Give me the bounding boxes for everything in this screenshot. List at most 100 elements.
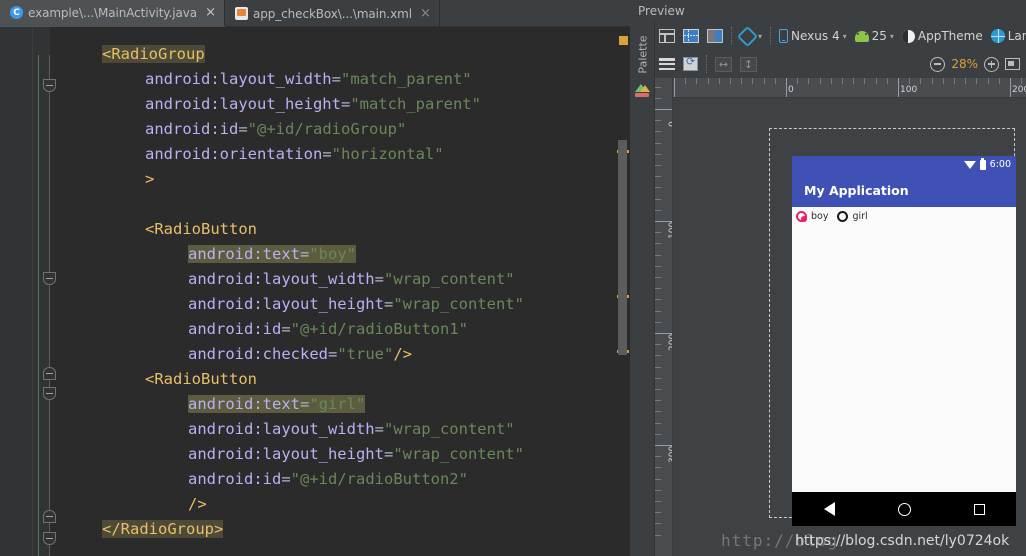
ruler-tick <box>853 78 855 84</box>
design-view-button[interactable] <box>655 24 679 48</box>
zoom-controls: 28% <box>930 56 1026 72</box>
ruler-tick <box>655 310 661 312</box>
design-canvas[interactable]: 6:00 My Application boy girl http://blog… <box>673 98 1026 556</box>
code-token: "wrap_content" <box>383 420 515 438</box>
tab-close-icon[interactable]: × <box>420 7 431 20</box>
locale-selector[interactable]: Langu <box>987 24 1026 48</box>
ruler-tick <box>655 534 661 536</box>
code-token: = <box>374 420 384 438</box>
expand-vertical-button[interactable]: ↕ <box>736 52 761 76</box>
editor-vertical-scrollbar[interactable] <box>618 140 627 355</box>
blueprint-view-button[interactable] <box>679 24 703 48</box>
zoom-in-icon[interactable] <box>984 56 999 72</box>
code-line: android:id="@+id/radioButton1" <box>50 317 630 342</box>
radio-button-girl[interactable] <box>837 211 849 222</box>
code-token: "girl" <box>309 395 366 413</box>
ruler-tick <box>655 467 661 469</box>
ruler-tick <box>819 78 821 84</box>
toolbar-divider <box>770 27 772 45</box>
palette-icon <box>635 84 650 97</box>
ruler-tick <box>942 78 944 84</box>
ruler-tick <box>1021 78 1023 84</box>
code-token: android:checked <box>188 345 328 363</box>
vertical-ruler: 0100200300 <box>655 78 673 556</box>
ruler-tick <box>909 78 911 84</box>
ruler-tick <box>954 78 955 84</box>
chevron-down-icon: ▾ <box>758 31 763 41</box>
code-line: android:text="girl" <box>50 392 630 417</box>
ruler-label: 100 <box>900 85 918 95</box>
editor-marker-strip[interactable] <box>616 27 630 556</box>
watermark-url: https://blog.csdn.net/ly0724ok <box>795 533 1010 549</box>
code-line: android:layout_height="match_parent" <box>50 92 630 117</box>
ruler-tick <box>655 86 661 88</box>
recents-nav-icon[interactable] <box>973 503 985 515</box>
ruler-tick <box>655 109 672 110</box>
code-token: = <box>383 445 394 463</box>
android-status-bar: 6:00 <box>792 156 1016 173</box>
ruler-tick <box>655 433 661 435</box>
ruler-tick <box>1010 78 1011 97</box>
tab-label: app_checkBox\...\main.xml <box>252 6 412 21</box>
orientation-rotate-icon <box>736 25 759 47</box>
toolbar-divider <box>731 27 732 45</box>
ruler-tick <box>674 78 675 97</box>
ruler-tick <box>655 131 661 133</box>
ruler-tick <box>655 400 661 402</box>
code-line: > <box>50 167 630 192</box>
line-number-gutter[interactable] <box>0 27 33 556</box>
horizontal-ruler: 0 100 200 <box>673 78 1026 98</box>
tab-close-icon[interactable]: × <box>205 6 216 19</box>
code-token: "match_parent" <box>350 95 481 113</box>
back-nav-icon[interactable] <box>823 502 835 516</box>
code-token: "@+id/radioButton2" <box>290 470 468 488</box>
ruler-tick <box>655 277 661 278</box>
orientation-button[interactable]: ▾ <box>736 24 766 48</box>
xml-file-icon <box>234 7 248 20</box>
ruler-tick <box>998 78 1000 84</box>
code-folding-gutter[interactable] <box>33 27 56 556</box>
code-token: android:text <box>188 395 300 413</box>
code-token: = <box>281 320 291 338</box>
tab-mainactivity-java[interactable]: C example\...\MainActivity.java × <box>0 0 225 27</box>
code-token: android:layout_height <box>188 445 384 463</box>
zoom-level-label: 28% <box>951 57 978 71</box>
code-token: "@+id/radioButton1" <box>290 320 468 338</box>
code-line: <RadioButton <box>50 367 630 392</box>
expand-horizontal-button[interactable]: ↔ <box>711 52 736 76</box>
code-token: = <box>340 95 351 113</box>
ruler-tick <box>842 78 843 84</box>
theme-selector[interactable]: AppTheme <box>898 24 987 48</box>
code-text-area[interactable]: <RadioGroup android:layout_width="match_p… <box>50 27 630 556</box>
code-token: = <box>281 470 291 488</box>
list-view-icon <box>659 58 675 70</box>
both-views-button[interactable] <box>703 24 727 48</box>
code-token: android:text <box>188 245 300 263</box>
device-screen-preview[interactable]: 6:00 My Application boy girl <box>792 156 1016 526</box>
component-tree-button[interactable] <box>655 52 679 76</box>
refresh-render-button[interactable] <box>679 52 702 76</box>
app-action-bar: My Application <box>792 173 1016 207</box>
toolbar-divider <box>706 55 707 73</box>
api-level-selector[interactable]: 25 ▾ <box>851 24 898 48</box>
ruler-tick <box>655 288 661 290</box>
design-view-icon <box>659 29 675 43</box>
device-selector[interactable]: Nexus 4 ▾ <box>775 24 851 48</box>
ruler-tick <box>774 78 776 84</box>
zoom-fit-icon[interactable] <box>1005 58 1020 70</box>
radio-label-boy: boy <box>811 211 829 222</box>
inspection-status-icon[interactable] <box>619 36 628 45</box>
radio-button-boy[interactable] <box>796 211 807 222</box>
code-line: android:checked="true"/> <box>50 342 630 367</box>
ruler-tick <box>786 78 787 97</box>
locale-label: Langu <box>1007 29 1026 43</box>
home-nav-icon[interactable] <box>897 502 911 516</box>
tab-main-xml[interactable]: app_checkBox\...\main.xml × <box>225 0 440 27</box>
globe-icon <box>990 29 1005 43</box>
palette-label: Palette <box>636 35 650 74</box>
code-token: android:layout_width <box>145 70 332 88</box>
zoom-out-icon[interactable] <box>930 56 946 72</box>
code-token: = <box>238 120 248 138</box>
ruler-tick <box>655 299 661 301</box>
palette-side-rail[interactable]: Palette <box>630 22 655 556</box>
